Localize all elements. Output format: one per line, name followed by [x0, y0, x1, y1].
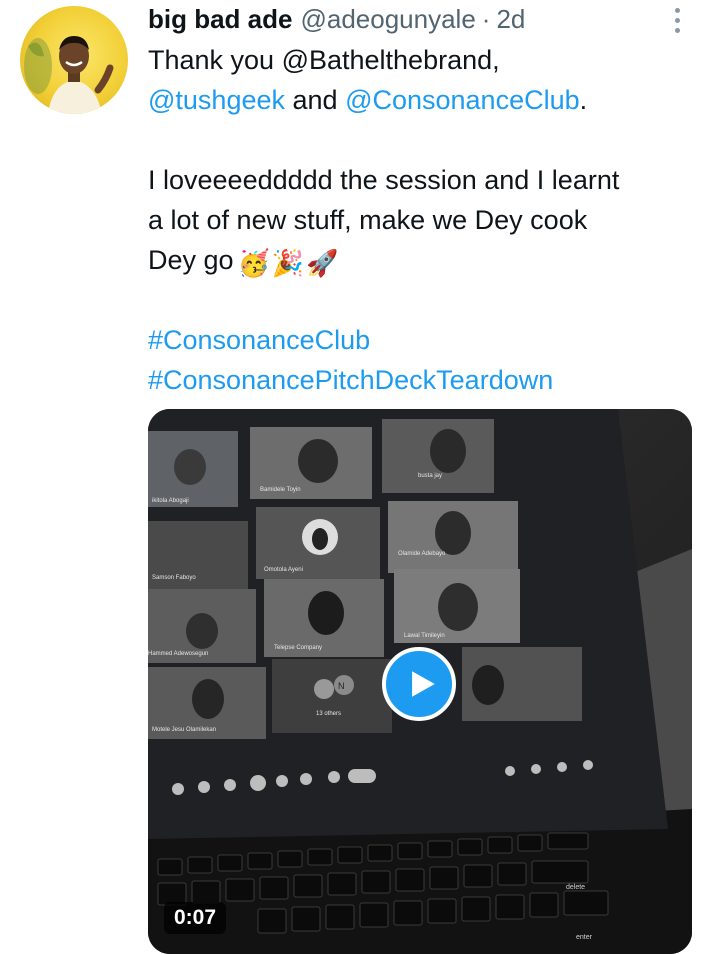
participant-name: Motele Jesu Olamilekan	[152, 727, 216, 733]
video-player[interactable]: ikitola Abogaji Bamidele Toyin busta jay…	[148, 409, 692, 954]
tweet-timestamp[interactable]: 2d	[496, 4, 525, 35]
tweet-line-4: I loveeeeddddd the session and I learnt	[148, 165, 620, 195]
header-separator: ·	[481, 4, 491, 34]
tweet-line-6: Dey go 🥳🎉🚀	[148, 240, 693, 280]
more-options-icon[interactable]	[664, 4, 690, 36]
play-triangle	[412, 671, 435, 697]
video-duration: 0:07	[164, 902, 227, 934]
participant-name: busta jay	[418, 473, 442, 479]
author-handle[interactable]: @adeogunyale	[300, 4, 475, 35]
author-avatar[interactable]	[20, 6, 128, 114]
hashtag-line-2: #ConsonancePitchDeckTeardown	[148, 360, 693, 400]
participant-name: Bamidele Toyin	[260, 487, 301, 493]
tweet-line-1: Thank you @Bathelthebrand,	[148, 45, 500, 75]
mention-tushgeek[interactable]: @tushgeek	[148, 85, 285, 115]
participant-name: Hammed Adewosegun	[148, 651, 208, 657]
tweet: big bad ade @adeogunyale · 2d Thank you …	[0, 0, 715, 954]
participant-name: Samson Faboyo	[152, 575, 196, 581]
avatar-photo	[24, 36, 114, 114]
participant-name: ikitola Abogaji	[152, 498, 189, 504]
key-delete: delete	[566, 884, 585, 891]
tweet-header: big bad ade @adeogunyale · 2d	[148, 4, 525, 34]
mention-consonanceclub[interactable]: @ConsonanceClub	[345, 85, 580, 115]
participant-name: Lawal Timileyin	[404, 633, 445, 639]
hashtag-line-1: #ConsonanceClub	[148, 320, 693, 360]
hashtag-pitchdeckteardown[interactable]: #ConsonancePitchDeckTeardown	[148, 365, 553, 395]
hashtag-consonanceclub[interactable]: #ConsonanceClub	[148, 325, 370, 355]
author-name[interactable]: big bad ade	[148, 4, 292, 35]
tweet-line-2: @tushgeek and @ConsonanceClub.	[148, 80, 693, 120]
text-and: and	[285, 85, 346, 115]
participant-name: Telepse Company	[274, 645, 322, 651]
play-icon[interactable]	[382, 647, 456, 721]
tweet-text: Thank you @Bathelthebrand, @tushgeek and…	[148, 40, 693, 400]
text-dey-go: Dey go	[148, 245, 234, 275]
participant-name: Olamide Adebayo	[398, 551, 446, 557]
tweet-line-5: a lot of new stuff, make we Dey cook	[148, 205, 588, 235]
key-enter: enter	[576, 934, 593, 941]
emoji-group: 🥳🎉🚀	[237, 248, 341, 278]
participant-initial: N	[338, 681, 345, 691]
text-period: .	[579, 85, 588, 115]
participant-name: Omotola Ayeni	[264, 567, 303, 573]
participant-name: 13 others	[316, 711, 341, 717]
